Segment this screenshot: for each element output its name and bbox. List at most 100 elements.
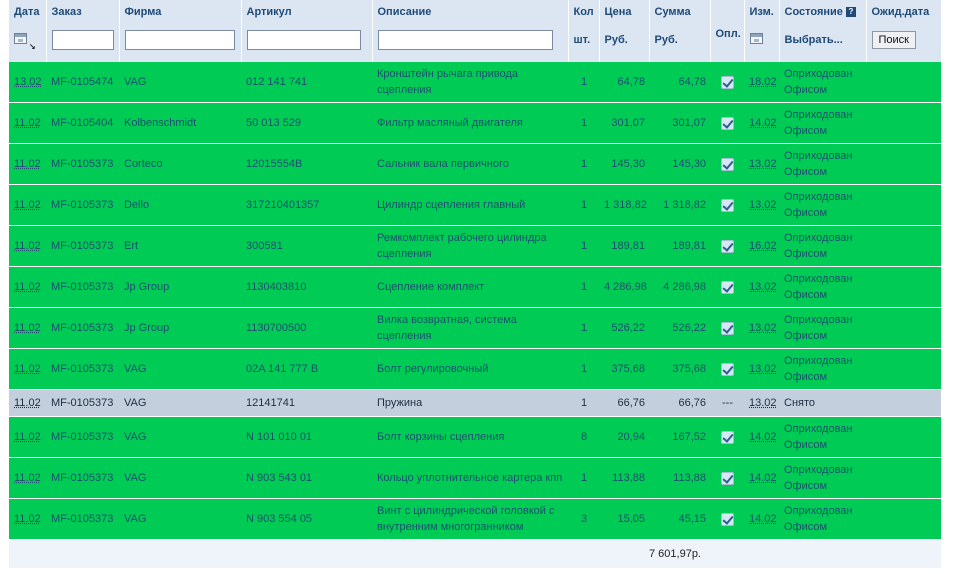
- row-order[interactable]: MF-0105474: [46, 62, 119, 103]
- row-date-link[interactable]: 11.02: [14, 322, 41, 334]
- firm-filter-input[interactable]: [124, 30, 235, 50]
- row-date-link[interactable]: 11.02: [14, 117, 41, 129]
- table-row[interactable]: 11.02 MF-0105373 VAG N 101 010 01 Болт корзи…: [9, 416, 941, 458]
- row-changed-link[interactable]: 14.02: [749, 431, 777, 443]
- table-row[interactable]: 11.02 MF-0105373 VAG N 903 554 05 Винт с цил…: [9, 498, 941, 540]
- row-article[interactable]: 50 013 529: [241, 102, 372, 144]
- row-date[interactable]: 13.02: [9, 62, 46, 103]
- row-date-link[interactable]: 11.02: [14, 240, 41, 252]
- row-article[interactable]: N 101 010 01: [241, 416, 372, 458]
- row-changed-link[interactable]: 18.02: [749, 76, 777, 88]
- table-row[interactable]: 11.02 MF-0105373 Jp Group 1130403810 Сцеплен…: [9, 266, 941, 308]
- table-row[interactable]: 11.02 MF-0105404 Kolbenschmidt 50 013 529 Фи…: [9, 102, 941, 144]
- search-button[interactable]: Поиск: [871, 31, 916, 49]
- row-changed-link[interactable]: 14.02: [749, 117, 777, 129]
- column-header-changed[interactable]: Изм.: [744, 0, 780, 28]
- row-date[interactable]: 11.02: [9, 457, 46, 499]
- column-header-qty[interactable]: Кол: [568, 0, 600, 28]
- row-date[interactable]: 11.02: [9, 348, 46, 390]
- row-order[interactable]: MF-0105373: [46, 266, 119, 308]
- table-row[interactable]: 13.02 MF-0105474 VAG 012 141 741 Кронштейн р…: [9, 62, 941, 103]
- row-changed[interactable]: 13.02: [744, 143, 779, 185]
- article-filter-input[interactable]: [246, 30, 361, 50]
- row-order[interactable]: MF-0105373: [46, 307, 119, 349]
- row-changed-link[interactable]: 13.02: [749, 199, 777, 211]
- row-date-link[interactable]: 11.02: [14, 363, 41, 375]
- row-order[interactable]: MF-0105373: [46, 348, 119, 390]
- row-changed[interactable]: 13.02: [744, 307, 779, 349]
- row-changed-link[interactable]: 13.02: [749, 322, 777, 334]
- column-header-price[interactable]: Цена: [599, 0, 650, 28]
- row-date[interactable]: 11.02: [9, 143, 46, 185]
- row-date[interactable]: 11.02: [9, 498, 46, 540]
- row-article[interactable]: 300581: [241, 225, 372, 267]
- row-date-link[interactable]: 11.02: [14, 158, 41, 170]
- row-order[interactable]: MF-0105373: [46, 184, 119, 226]
- row-changed[interactable]: 18.02: [744, 62, 779, 103]
- row-date-link[interactable]: 11.02: [14, 431, 41, 443]
- column-header-date[interactable]: Дата: [9, 0, 47, 28]
- row-date-link[interactable]: 11.02: [14, 199, 41, 211]
- row-article[interactable]: N 903 554 05: [241, 498, 372, 540]
- row-order[interactable]: MF-0105373: [46, 416, 119, 458]
- calendar-icon[interactable]: [14, 33, 27, 44]
- row-date[interactable]: 11.02: [9, 225, 46, 267]
- order-filter-input[interactable]: [51, 30, 114, 50]
- table-row[interactable]: 11.02 MF-0105373 Jp Group 1130700500 Вилка в…: [9, 307, 941, 349]
- row-changed-link[interactable]: 13.02: [749, 281, 777, 293]
- table-row[interactable]: 11.02 MF-0105373 Dello 317210401357 Цилиндр …: [9, 184, 941, 226]
- row-changed-link[interactable]: 13.02: [749, 363, 777, 375]
- table-row[interactable]: 11.02 MF-0105373 VAG 12141741 Пружина 1 66,76 6…: [9, 389, 941, 417]
- table-row[interactable]: 11.02 MF-0105373 Ert 300581 Ремкомплект рабо…: [9, 225, 941, 267]
- row-changed-link[interactable]: 13.02: [749, 158, 777, 170]
- row-date-link[interactable]: 11.02: [14, 513, 41, 525]
- column-header-firm[interactable]: Фирма: [119, 0, 242, 28]
- row-date[interactable]: 11.02: [9, 102, 46, 144]
- row-changed[interactable]: 16.02: [744, 225, 779, 267]
- row-article[interactable]: 1130700500: [241, 307, 372, 349]
- row-changed[interactable]: 14.02: [744, 457, 779, 499]
- sort-arrow-icon[interactable]: ↘: [29, 42, 36, 51]
- row-date-link[interactable]: 11.02: [14, 281, 41, 293]
- row-date-link[interactable]: 13.02: [14, 76, 42, 88]
- table-row[interactable]: 11.02 MF-0105373 VAG N 903 543 01 Кольцо упл…: [9, 457, 941, 499]
- row-order[interactable]: MF-0105373: [46, 457, 119, 499]
- column-header-expected[interactable]: Ожид.дата: [866, 0, 942, 28]
- row-article[interactable]: 317210401357: [241, 184, 372, 226]
- table-row[interactable]: 11.02 MF-0105373 Corteco 12015554B Сальник в…: [9, 143, 941, 185]
- row-article[interactable]: 12015554B: [241, 143, 372, 185]
- row-article[interactable]: 1130403810: [241, 266, 372, 308]
- column-header-sum[interactable]: Сумма: [649, 0, 711, 28]
- row-article[interactable]: 12141741: [241, 389, 372, 417]
- column-header-description[interactable]: Описание: [372, 0, 569, 28]
- row-date[interactable]: 11.02: [9, 389, 46, 417]
- calendar-icon[interactable]: [749, 33, 763, 44]
- row-date[interactable]: 11.02: [9, 266, 46, 308]
- row-article[interactable]: 012 141 741: [241, 62, 372, 103]
- row-changed-link[interactable]: 16.02: [749, 240, 777, 252]
- row-date-link[interactable]: 11.02: [14, 397, 41, 409]
- row-article[interactable]: 02A 141 777 B: [241, 348, 372, 390]
- row-changed[interactable]: 13.02: [744, 266, 779, 308]
- help-icon[interactable]: ?: [845, 7, 856, 17]
- row-changed[interactable]: 13.02: [744, 389, 779, 417]
- row-changed-link[interactable]: 14.02: [749, 472, 777, 484]
- row-date-link[interactable]: 11.02: [14, 472, 41, 484]
- table-row[interactable]: 11.02 MF-0105373 VAG 02A 141 777 B Болт регу…: [9, 348, 941, 390]
- row-article[interactable]: N 903 543 01: [241, 457, 372, 499]
- column-header-order[interactable]: Заказ: [46, 0, 120, 28]
- state-select[interactable]: Выбрать...: [785, 34, 843, 46]
- row-order[interactable]: MF-0105373: [46, 498, 119, 540]
- row-changed[interactable]: 14.02: [744, 102, 779, 144]
- row-date[interactable]: 11.02: [9, 307, 46, 349]
- column-header-article[interactable]: Артикул: [241, 0, 373, 28]
- row-changed[interactable]: 14.02: [744, 416, 779, 458]
- row-date[interactable]: 11.02: [9, 416, 46, 458]
- row-order[interactable]: MF-0105373: [46, 389, 119, 417]
- row-date[interactable]: 11.02: [9, 184, 46, 226]
- row-changed-link[interactable]: 13.02: [749, 397, 777, 409]
- row-changed[interactable]: 13.02: [744, 184, 779, 226]
- row-order[interactable]: MF-0105404: [46, 102, 119, 144]
- row-changed-link[interactable]: 14.02: [749, 513, 777, 525]
- row-order[interactable]: MF-0105373: [46, 143, 119, 185]
